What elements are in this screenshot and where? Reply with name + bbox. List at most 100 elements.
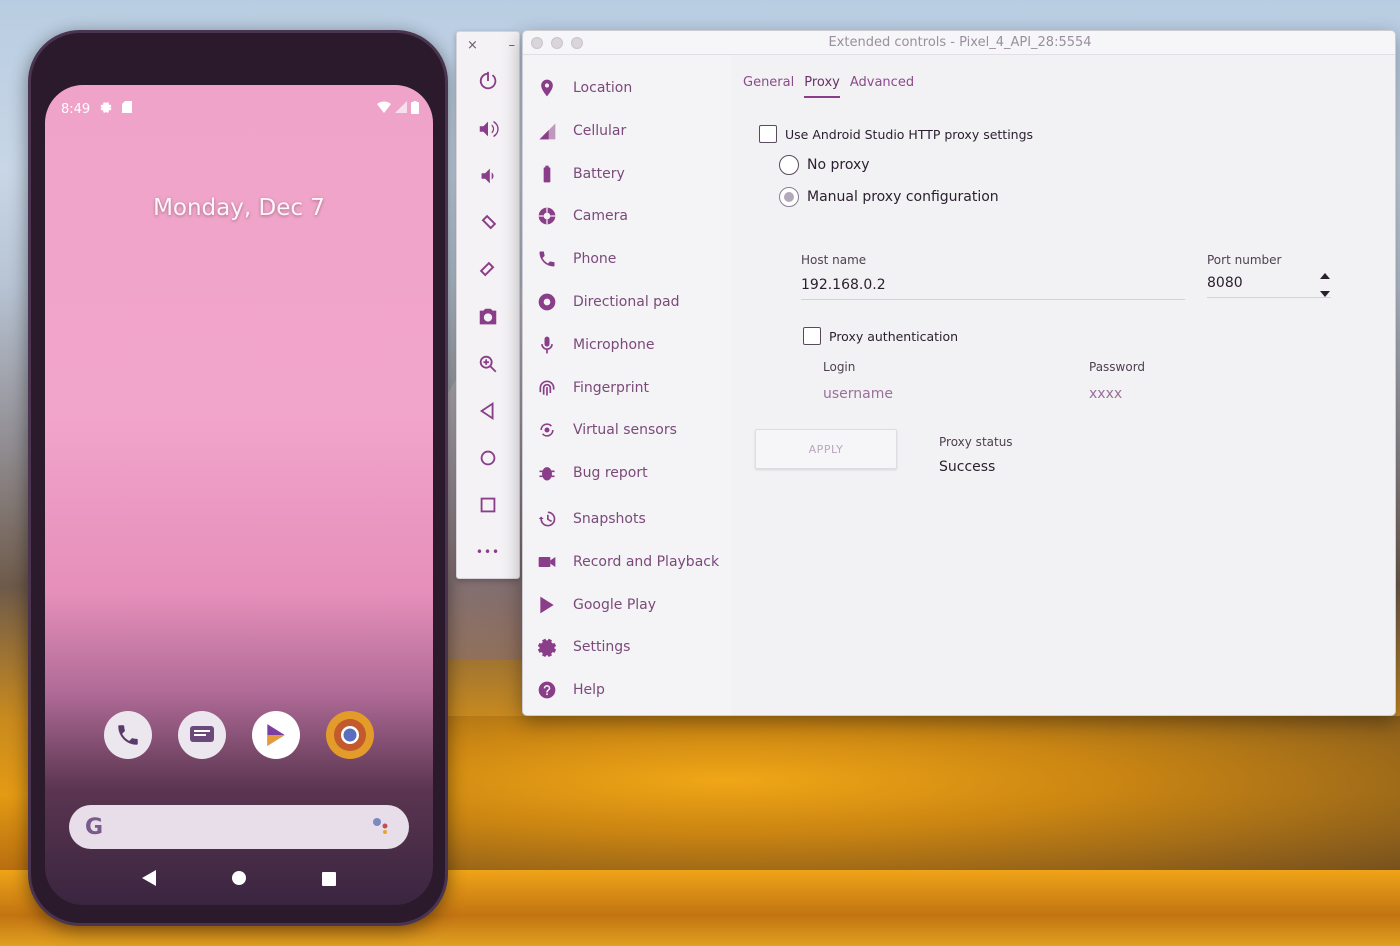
play-icon <box>540 596 554 614</box>
extended-controls-window: Extended controls - Pixel_4_API_28:5554 … <box>522 30 1396 716</box>
sidebar-item-microphone[interactable]: Microphone <box>537 330 727 360</box>
extended-controls-sidebar: Location Cellular Battery Camera Phone D… <box>523 55 731 715</box>
proxy-status-label: Proxy status <box>939 435 1013 449</box>
sidebar-item-location[interactable]: Location <box>537 73 727 103</box>
assistant-icon[interactable] <box>371 816 393 838</box>
battery-status-icon <box>411 101 419 118</box>
manual-proxy-label: Manual proxy configuration <box>807 189 999 205</box>
sidebar-item-google-play[interactable]: Google Play <box>537 590 727 620</box>
toolbar-window-buttons: × – <box>467 38 515 56</box>
sidebar-item-snapshots[interactable]: Snapshots <box>537 504 727 534</box>
phone-app-icon[interactable] <box>104 711 152 759</box>
proxy-auth-row[interactable]: Proxy authentication <box>803 327 958 345</box>
bug-icon <box>539 467 555 481</box>
sidebar-item-label: Record and Playback <box>573 554 720 570</box>
tab-general[interactable]: General <box>743 75 794 98</box>
sidebar-item-label: Microphone <box>573 337 655 353</box>
fingerprint-icon <box>539 380 555 396</box>
sidebar-item-label: Fingerprint <box>573 380 649 396</box>
sidebar-item-settings[interactable]: Settings <box>537 632 727 662</box>
sidebar-item-label: Cellular <box>573 123 627 139</box>
emulator-phone-frame: 8:49 Monday, Dec 7 G <box>28 30 448 926</box>
tab-proxy[interactable]: Proxy <box>804 75 840 98</box>
port-spinner-icon[interactable] <box>1319 271 1331 299</box>
sidebar-item-label: Help <box>573 682 605 698</box>
password-field[interactable]: xxxx <box>1089 386 1309 408</box>
proxy-status-value: Success <box>939 459 996 475</box>
sidebar-item-help[interactable]: Help <box>537 675 727 705</box>
apply-button[interactable]: APPLY <box>755 429 897 469</box>
sensors-icon <box>540 423 554 437</box>
nav-back-icon[interactable] <box>142 870 157 890</box>
zoom-icon[interactable] <box>473 349 503 379</box>
video-camera-icon <box>538 557 556 567</box>
play-store-app-icon[interactable] <box>252 711 300 759</box>
sidebar-item-fingerprint[interactable]: Fingerprint <box>537 373 727 403</box>
microphone-icon <box>541 336 553 354</box>
no-proxy-row[interactable]: No proxy <box>779 155 870 175</box>
volume-up-icon[interactable] <box>473 114 503 144</box>
no-proxy-radio[interactable] <box>779 155 799 175</box>
more-options-icon[interactable]: ••• <box>473 537 503 567</box>
manual-proxy-radio[interactable] <box>779 187 799 207</box>
sidebar-item-label: Directional pad <box>573 294 680 310</box>
phone-icon <box>539 251 555 267</box>
sidebar-item-camera[interactable]: Camera <box>537 201 727 231</box>
google-search-bar[interactable]: G <box>69 805 409 849</box>
host-name-label: Host name <box>801 253 867 267</box>
minimize-icon[interactable]: – <box>509 38 516 56</box>
port-number-field[interactable]: 8080 <box>1207 275 1331 298</box>
manual-proxy-row[interactable]: Manual proxy configuration <box>779 187 999 207</box>
sidebar-item-bug-report[interactable]: Bug report <box>537 458 727 488</box>
rotate-left-icon[interactable] <box>473 208 503 238</box>
back-icon[interactable] <box>473 396 503 426</box>
sidebar-item-label: Battery <box>573 166 625 182</box>
proxy-auth-checkbox[interactable] <box>803 327 821 345</box>
overview-icon[interactable] <box>473 490 503 520</box>
status-bar: 8:49 <box>61 99 421 119</box>
signal-icon <box>395 101 407 118</box>
dpad-icon <box>538 293 556 311</box>
sidebar-item-cellular[interactable]: Cellular <box>537 116 727 146</box>
lockscreen-date[interactable]: Monday, Dec 7 <box>45 195 433 221</box>
sidebar-item-phone[interactable]: Phone <box>537 244 727 274</box>
sidebar-item-virtual-sensors[interactable]: Virtual sensors <box>537 415 727 445</box>
gear-icon <box>537 638 557 657</box>
android-nav-bar <box>45 865 433 895</box>
screenshot-camera-icon[interactable] <box>473 302 503 332</box>
sidebar-item-record-and-playback[interactable]: Record and Playback <box>537 547 727 577</box>
nav-home-icon[interactable] <box>231 870 247 890</box>
wifi-icon <box>377 101 391 118</box>
phone-screen[interactable]: 8:49 Monday, Dec 7 G <box>45 85 433 905</box>
camera-aperture-icon <box>538 207 556 225</box>
sidebar-item-battery[interactable]: Battery <box>537 159 727 189</box>
sidebar-item-label: Location <box>573 80 633 96</box>
sd-card-icon <box>122 101 133 117</box>
home-icon[interactable] <box>473 443 503 473</box>
window-title: Extended controls - Pixel_4_API_28:5554 <box>828 35 1092 50</box>
power-icon[interactable] <box>473 66 503 96</box>
tab-advanced[interactable]: Advanced <box>850 75 914 98</box>
sidebar-item-label: Snapshots <box>573 511 646 527</box>
login-field[interactable]: username <box>823 386 1043 408</box>
messages-app-icon[interactable] <box>178 711 226 759</box>
location-pin-icon <box>541 79 553 97</box>
window-titlebar[interactable]: Extended controls - Pixel_4_API_28:5554 <box>523 31 1395 55</box>
sidebar-item-directional-pad[interactable]: Directional pad <box>537 287 727 317</box>
volume-down-icon[interactable] <box>473 161 503 191</box>
desktop-field <box>440 716 1400 876</box>
use-studio-proxy-label: Use Android Studio HTTP proxy settings <box>785 126 1034 142</box>
history-icon <box>538 511 556 527</box>
host-name-field[interactable]: 192.168.0.2 <box>801 277 1185 300</box>
password-label: Password <box>1089 360 1146 374</box>
use-studio-proxy-row[interactable]: Use Android Studio HTTP proxy settings <box>759 125 1033 143</box>
proxy-auth-label: Proxy authentication <box>829 328 959 344</box>
help-icon <box>538 681 556 699</box>
close-icon[interactable]: × <box>467 38 478 56</box>
sidebar-item-label: Camera <box>573 208 628 224</box>
rotate-right-icon[interactable] <box>473 255 503 285</box>
cellular-signal-icon <box>539 123 556 140</box>
nav-recents-icon[interactable] <box>321 871 336 890</box>
chrome-app-icon[interactable] <box>326 711 374 759</box>
use-studio-proxy-checkbox[interactable] <box>759 125 777 143</box>
